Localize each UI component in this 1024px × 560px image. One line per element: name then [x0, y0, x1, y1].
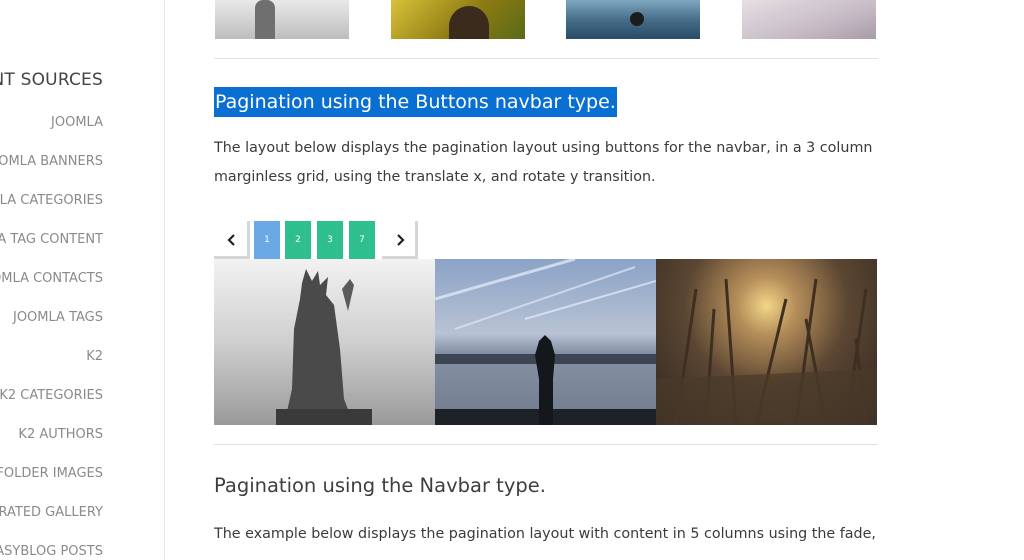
buttons-navbar-heading: Pagination using the Buttons navbar type…	[214, 87, 617, 117]
pagination-navbar: 1 2 3 7	[214, 221, 878, 259]
lake-image	[435, 259, 656, 425]
navbar-type-heading: Pagination using the Navbar type.	[214, 474, 546, 497]
page-button-3[interactable]: 3	[317, 221, 343, 259]
grass-image	[656, 278, 877, 425]
chevron-right-icon	[397, 234, 405, 246]
page-button-1[interactable]: 1	[254, 221, 280, 259]
gallery-thumbnail[interactable]	[215, 0, 349, 39]
sidebar-item-joomla-tag-content[interactable]: A TAG CONTENT	[0, 231, 103, 270]
sidebar-item-joomla[interactable]: JOOMLA	[0, 114, 103, 153]
next-page-button[interactable]	[382, 221, 418, 259]
gallery-thumbnail[interactable]	[742, 0, 876, 39]
gallery-thumbnail[interactable]	[566, 0, 700, 39]
chevron-left-icon	[227, 234, 235, 246]
gallery-image-grass-sunset[interactable]	[656, 259, 877, 425]
sidebar-item-folder-images[interactable]: FOLDER IMAGES	[0, 465, 103, 504]
sidebar-item-joomla-categories[interactable]: MLA CATEGORIES	[0, 192, 103, 231]
prev-page-button[interactable]	[214, 221, 250, 259]
gallery-grid	[214, 259, 878, 425]
buttons-navbar-description: The layout below displays the pagination…	[214, 140, 873, 185]
gallery-image-statue[interactable]	[214, 259, 435, 425]
sidebar-item-joomla-tags[interactable]: JOOMLA TAGS	[0, 309, 103, 348]
previous-gallery-row	[214, 0, 878, 39]
sidebar-item-k2[interactable]: K2	[0, 348, 103, 387]
sidebar-item-k2-authors[interactable]: K2 AUTHORS	[0, 426, 103, 465]
page-button-2[interactable]: 2	[285, 221, 311, 259]
section-divider	[214, 58, 878, 59]
sidebar-item-joomla-banners[interactable]: OOMLA BANNERS	[0, 153, 103, 192]
sidebar-item-k2-categories[interactable]: K2 CATEGORIES	[0, 387, 103, 426]
sidebar-item-easyblog-posts[interactable]: ASYBLOG POSTS	[0, 543, 103, 560]
sidebar-menu: JOOMLA OOMLA BANNERS MLA CATEGORIES A TA…	[0, 114, 103, 560]
sidebar: NT SOURCES JOOMLA OOMLA BANNERS MLA CATE…	[0, 0, 165, 560]
gallery-image-lake[interactable]	[435, 259, 656, 425]
page-button-7[interactable]: 7	[349, 221, 375, 259]
navbar-type-description: The example below displays the paginatio…	[214, 526, 876, 542]
gallery-thumbnail[interactable]	[391, 0, 525, 39]
main-content: Pagination using the Buttons navbar type…	[214, 0, 878, 560]
sidebar-title: NT SOURCES	[0, 70, 103, 90]
section-divider	[214, 444, 878, 445]
sidebar-item-curated-gallery[interactable]: URATED GALLERY	[0, 504, 103, 543]
statue-image	[276, 269, 372, 425]
sidebar-item-joomla-contacts[interactable]: OMLA CONTACTS	[0, 270, 103, 309]
